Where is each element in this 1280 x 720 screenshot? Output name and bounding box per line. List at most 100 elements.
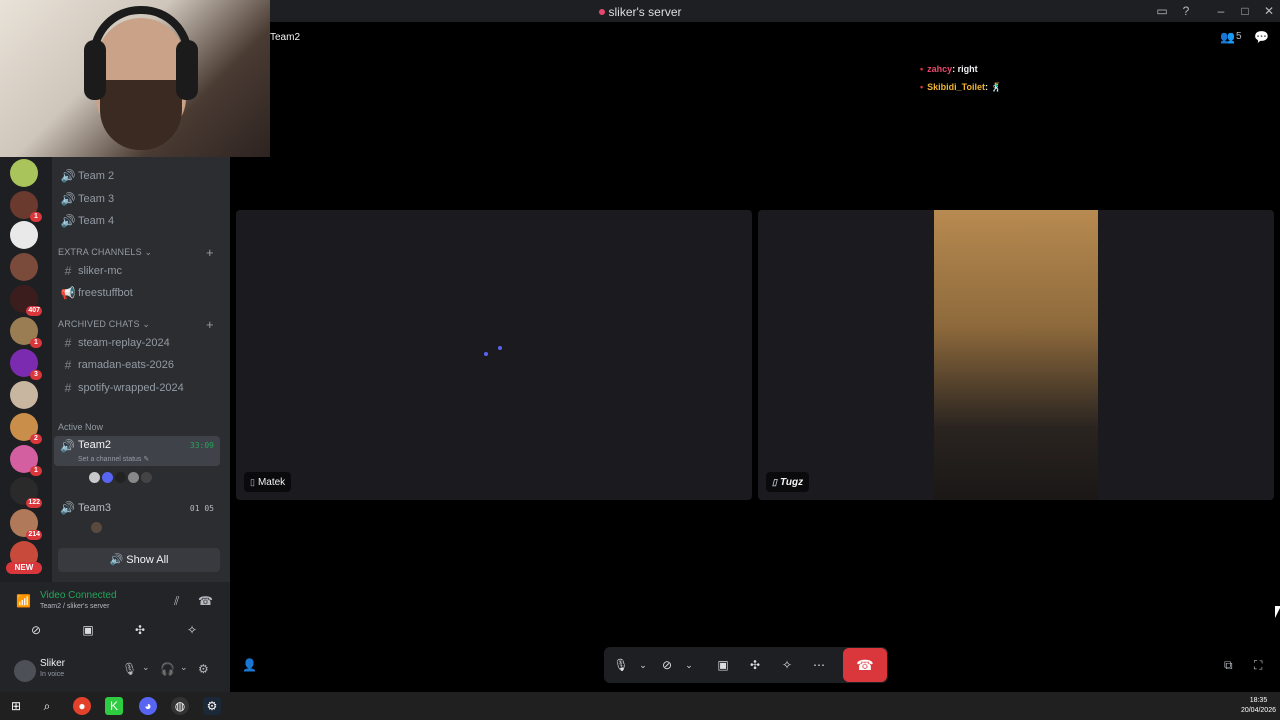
chrome-icon[interactable]: ● xyxy=(73,697,91,715)
call-timer: 01 05 xyxy=(189,504,214,513)
soundboard-icon[interactable]: ✧ xyxy=(776,655,798,675)
server-icon[interactable]: 214 xyxy=(10,509,42,540)
active-now-heading: Active Now xyxy=(58,422,104,432)
phone-icon: ▯ xyxy=(772,477,777,487)
channel-label: steam-replay-2024 xyxy=(78,337,170,349)
avatar[interactable] xyxy=(88,471,101,484)
voice-status-subtitle[interactable]: Team2 / sliker's server xyxy=(40,603,109,610)
voice-channel-team-3[interactable]: 🔊 Team 3 xyxy=(58,189,222,209)
participant-tile[interactable]: ▯ Tugz xyxy=(758,210,1274,500)
maximize-button[interactable]: □ xyxy=(1237,3,1253,19)
voice-channel-team-2[interactable]: 🔊 Team 2 xyxy=(58,166,222,186)
disconnect-icon[interactable]: ☎ xyxy=(198,594,213,608)
server-icon[interactable] xyxy=(10,381,38,409)
help-icon[interactable]: ? xyxy=(1178,3,1194,19)
category-extra-channels[interactable]: EXTRA CHANNELS ⌄ + xyxy=(58,245,214,260)
active-voice-team2[interactable]: 🔊 Team2 33:09 Set a channel status ✎ xyxy=(54,436,220,466)
channel-label: ramadan-eats-2026 xyxy=(78,359,175,371)
microphone-icon[interactable]: 🎙 xyxy=(122,662,137,676)
notification-badge: 407 xyxy=(26,306,42,316)
chat-username[interactable]: zahcy xyxy=(927,64,952,74)
text-channel-steam-replay[interactable]: # steam-replay-2024 xyxy=(58,333,222,353)
camera-off-icon[interactable]: ⊘ xyxy=(656,655,678,675)
discord-icon[interactable]: ◕ xyxy=(139,697,157,715)
obs-icon[interactable]: ◍ xyxy=(171,697,189,715)
avatar[interactable] xyxy=(14,660,36,682)
system-clock[interactable]: 18:35 20/04/2026 xyxy=(1241,696,1276,716)
signal-icon[interactable]: 📶 xyxy=(16,594,31,608)
activities-button[interactable]: ✣ xyxy=(122,620,158,640)
channel-label: freestuffbot xyxy=(78,287,133,299)
hash-icon: # xyxy=(64,336,72,350)
server-icon[interactable]: 2 xyxy=(10,413,42,444)
avatar[interactable] xyxy=(101,471,114,484)
members-icon[interactable]: 👥 xyxy=(1220,30,1235,44)
user-name[interactable]: Sliker xyxy=(40,658,65,669)
toggle-camera-button[interactable]: ⊘ xyxy=(18,620,54,640)
server-icon[interactable]: 122 xyxy=(10,477,42,508)
chat-username[interactable]: Skibidi_Toilet xyxy=(927,82,985,92)
server-icon[interactable]: 407 xyxy=(10,285,42,316)
hash-icon: # xyxy=(64,381,72,395)
chat-message: • Skibidi_Toilet: 🕺 xyxy=(920,82,1002,92)
more-options-icon[interactable]: ⋯ xyxy=(808,655,830,675)
active-voice-team3[interactable]: 🔊 Team3 01 05 xyxy=(54,499,220,519)
text-channel-sliker-mc[interactable]: # sliker-mc xyxy=(58,261,222,281)
minimize-button[interactable]: – xyxy=(1213,3,1229,19)
channel-label: Team3 xyxy=(78,502,112,514)
server-icon[interactable]: 1 xyxy=(10,191,42,222)
soundboard-button[interactable]: ✧ xyxy=(174,620,210,640)
new-servers-badge[interactable]: NEW xyxy=(6,562,42,574)
server-icon[interactable]: 1 xyxy=(10,445,42,476)
server-icon[interactable]: 1 xyxy=(10,317,42,348)
share-screen-icon[interactable]: ▣ xyxy=(712,655,734,675)
chevron-down-icon[interactable]: ⌄ xyxy=(142,662,150,673)
notification-badge: 3 xyxy=(30,370,42,380)
server-icon[interactable] xyxy=(10,159,38,187)
channel-label: Team 2 xyxy=(78,170,115,182)
chat-text: : right xyxy=(952,64,978,74)
channel-status[interactable]: Set a channel status ✎ xyxy=(78,455,149,463)
end-call-button[interactable]: ☎ xyxy=(843,648,887,682)
microphone-icon[interactable]: 🎙 xyxy=(610,655,632,675)
server-icon[interactable] xyxy=(10,253,38,281)
share-screen-button[interactable]: ▣ xyxy=(70,620,106,640)
activities-icon[interactable]: ✣ xyxy=(744,655,766,675)
avatar[interactable] xyxy=(140,471,153,484)
close-button[interactable]: ✕ xyxy=(1261,3,1277,19)
chevron-down-icon[interactable]: ⌄ xyxy=(180,662,188,673)
avatar[interactable] xyxy=(127,471,140,484)
voice-channel-team-4[interactable]: 🔊 Team 4 xyxy=(58,211,222,231)
text-channel-ramadan-eats[interactable]: # ramadan-eats-2026 xyxy=(58,355,222,375)
headphones-icon[interactable]: 🎧 xyxy=(160,662,175,676)
text-channel-spotify-wrapped[interactable]: # spotify-wrapped-2024 xyxy=(58,378,222,398)
avatar[interactable] xyxy=(90,521,103,534)
category-archived-chats[interactable]: ARCHIVED CHATS ⌄ + xyxy=(58,317,214,332)
chevron-down-icon[interactable]: ⌄ xyxy=(632,655,654,675)
search-icon[interactable]: ⌕ xyxy=(38,697,56,715)
steam-icon[interactable]: ⚙ xyxy=(203,697,221,715)
kick-icon[interactable]: K xyxy=(105,697,123,715)
inbox-icon[interactable]: ▭ xyxy=(1154,3,1170,19)
noise-suppression-icon[interactable]: ⫽ xyxy=(174,594,179,609)
settings-icon[interactable]: ⚙ xyxy=(198,662,209,676)
announcement-channel-freestuffbot[interactable]: 📢 freestuffbot xyxy=(58,283,222,303)
server-icon[interactable] xyxy=(10,221,38,249)
add-channel-icon[interactable]: + xyxy=(206,245,214,260)
windows-start-icon[interactable]: ⊞ xyxy=(7,697,25,715)
fullscreen-icon[interactable]: ⛶ xyxy=(1254,658,1262,673)
invite-user-icon[interactable]: 👤 xyxy=(242,658,257,672)
headphone-cup xyxy=(176,40,198,100)
chat-icon[interactable]: 💬 xyxy=(1254,30,1269,44)
avatar[interactable] xyxy=(114,471,127,484)
webcam-overlay xyxy=(0,0,270,157)
show-all-button[interactable]: 🔊 Show All xyxy=(58,548,220,572)
server-icon[interactable]: 3 xyxy=(10,349,42,380)
speaker-icon: 🔊 xyxy=(109,554,124,566)
chevron-down-icon[interactable]: ⌄ xyxy=(678,655,700,675)
add-channel-icon[interactable]: + xyxy=(206,317,214,332)
user-status: In voice xyxy=(40,671,65,678)
speaker-icon: 🔊 xyxy=(60,192,76,206)
participant-tile[interactable]: ▯ Matek xyxy=(236,210,752,500)
popout-icon[interactable]: ⧉ xyxy=(1224,658,1233,673)
